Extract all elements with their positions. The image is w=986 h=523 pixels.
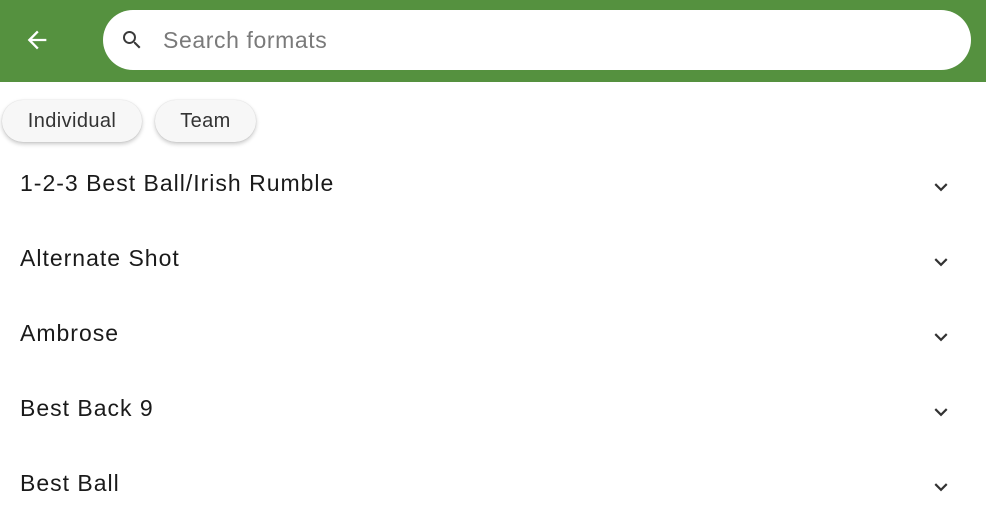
chevron-down-icon[interactable] (928, 324, 954, 350)
search-icon (123, 31, 141, 49)
formats-list: 1-2-3 Best Ball/Irish Rumble Alternate S… (0, 148, 986, 523)
format-item[interactable]: Alternate Shot (0, 223, 986, 298)
chevron-down-icon[interactable] (928, 399, 954, 425)
chevron-down-icon[interactable] (928, 249, 954, 275)
format-label: Best Ball (20, 470, 120, 496)
back-button[interactable] (12, 16, 62, 64)
arrow-left-icon (27, 30, 47, 50)
search-box (103, 10, 971, 70)
format-label: 1-2-3 Best Ball/Irish Rumble (20, 170, 335, 196)
chevron-down-icon[interactable] (928, 474, 954, 500)
format-label: Ambrose (20, 320, 120, 346)
format-item[interactable]: 1-2-3 Best Ball/Irish Rumble (0, 148, 986, 223)
chip-label: Team (180, 109, 231, 132)
chip-team[interactable]: Team (155, 100, 256, 142)
chip-label: Individual (27, 109, 117, 132)
format-item[interactable]: Ambrose (0, 298, 986, 373)
search-input[interactable] (163, 10, 943, 70)
format-item[interactable]: Best Back 9 (0, 373, 986, 448)
chevron-down-icon[interactable] (928, 174, 954, 200)
app-bar (0, 0, 986, 82)
format-label: Alternate Shot (20, 245, 180, 271)
format-label: Best Back 9 (20, 395, 154, 421)
chip-individual[interactable]: Individual (2, 100, 142, 142)
